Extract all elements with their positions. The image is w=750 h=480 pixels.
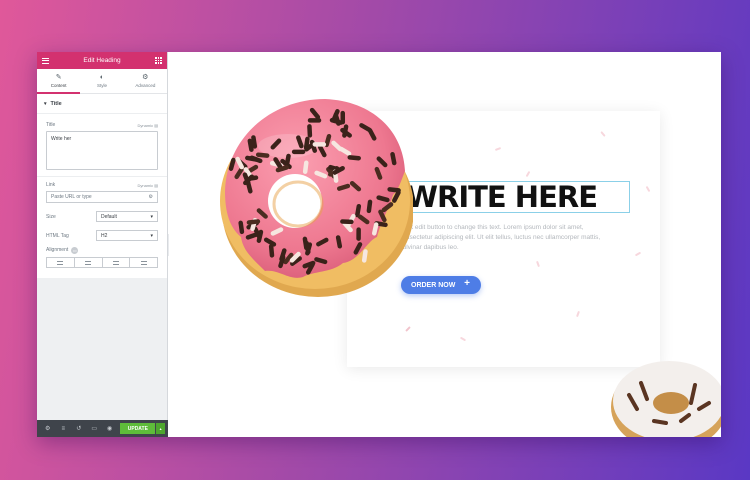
sprinkle [336, 183, 351, 191]
align-right-button[interactable] [103, 258, 131, 267]
align-center-button[interactable] [75, 258, 103, 267]
responsive-icon[interactable]: ▭ [71, 246, 79, 254]
order-now-label: ORDER NOW [411, 281, 456, 289]
hero-heading[interactable]: WRITE HERE [406, 180, 598, 214]
donut-image-small [611, 361, 721, 437]
menu-icon[interactable] [42, 57, 49, 64]
sprinkle [245, 232, 259, 240]
hero-description[interactable]: Click edit button to change this text. L… [399, 223, 614, 253]
half-circle-icon: ◐ [99, 74, 105, 81]
sprinkle [361, 249, 368, 263]
sprinkle [238, 220, 245, 235]
alignment-label: Alignment [46, 247, 69, 253]
link-database-icon[interactable]: ▤ [154, 183, 158, 188]
widgets-grid-icon[interactable] [154, 57, 162, 64]
save-options-button[interactable]: ▴ [156, 423, 165, 434]
sprinkle [376, 195, 390, 203]
sprinkle [314, 170, 328, 179]
alignment-row: Alignment ▭ [37, 244, 167, 256]
donut-image [220, 99, 413, 297]
sprinkle [278, 255, 286, 269]
chevron-down-icon: ▾ [150, 213, 153, 220]
sprinkle [246, 219, 261, 225]
tab-style[interactable]: ◐ Style [80, 69, 123, 93]
sprinkle [256, 229, 264, 243]
panel-footer: ⚙ ≡ ↺ ▭ ◉ UPDATE ▴ [37, 420, 168, 437]
link-options-gear-icon[interactable]: ⚙ [149, 194, 153, 200]
sprinkle [366, 199, 373, 214]
sprinkle [374, 166, 383, 180]
sprinkle [302, 160, 309, 174]
title-field-row: Title Dynamic ▤ [37, 120, 167, 130]
tab-advanced[interactable]: ⚙ Advanced [124, 69, 167, 93]
section-title-label: Title [50, 100, 62, 107]
caret-down-icon: ▾ [44, 100, 47, 107]
order-now-button[interactable]: ORDER NOW + [401, 276, 481, 294]
sprinkle [390, 151, 397, 166]
link-field-row: Link Dynamic ▤ [37, 180, 167, 190]
html-tag-row: HTML Tag H2 ▾ [37, 227, 167, 244]
tab-style-label: Style [96, 83, 107, 88]
gear-icon: ⚙ [142, 74, 149, 81]
sprinkle [296, 135, 304, 149]
link-dynamic-label[interactable]: Dynamic [138, 183, 154, 188]
align-left-button[interactable] [47, 258, 75, 267]
preview-eye-icon[interactable]: ◉ [102, 425, 117, 432]
sprinkle [251, 135, 258, 149]
link-label: Link [46, 182, 56, 188]
tab-advanced-label: Advanced [135, 83, 156, 88]
title-textarea[interactable]: Write her [46, 131, 158, 170]
history-icon[interactable]: ↺ [71, 425, 86, 432]
editor-window: Edit Heading ✎ Content ◐ Style ⚙ Advance… [37, 52, 721, 437]
responsive-mode-icon[interactable]: ▭ [86, 425, 101, 432]
size-label: Size [46, 213, 56, 220]
sprinkle [371, 222, 379, 236]
sprinkle [324, 133, 332, 148]
sprinkle [249, 155, 263, 164]
pencil-icon: ✎ [55, 74, 62, 81]
size-select[interactable]: Default ▾ [96, 211, 158, 222]
page-canvas: WRITE HERE Click edit button to change t… [169, 52, 721, 437]
sprinkle [268, 244, 275, 258]
sprinkle [242, 172, 251, 186]
panel-tabs: ✎ Content ◐ Style ⚙ Advanced [37, 69, 167, 94]
sprinkle [355, 203, 362, 218]
size-row: Size Default ▾ [37, 208, 167, 225]
dynamic-tag-label[interactable]: Dynamic [138, 123, 154, 128]
sprinkle [284, 153, 291, 168]
plus-icon: + [464, 278, 470, 289]
html-tag-label: HTML Tag [46, 232, 69, 239]
sprinkle [314, 257, 328, 265]
navigator-icon[interactable]: ≡ [55, 426, 70, 432]
title-label: Title [46, 122, 56, 128]
link-placeholder: Paste URL or type [51, 194, 92, 200]
alignment-control [46, 257, 158, 268]
settings-icon[interactable]: ⚙ [40, 425, 55, 432]
chevron-down-icon: ▾ [150, 232, 153, 239]
sprinkle [255, 152, 270, 158]
sprinkle [387, 187, 401, 193]
section-title-header[interactable]: ▾ Title [37, 94, 167, 114]
sprinkle [304, 240, 311, 255]
sprinkle [347, 155, 361, 161]
database-icon[interactable]: ▤ [154, 123, 158, 128]
sprinkle [247, 138, 254, 152]
link-input[interactable]: Paste URL or type ⚙ [46, 191, 158, 203]
html-tag-select[interactable]: H2 ▾ [96, 230, 158, 241]
tab-content[interactable]: ✎ Content [37, 69, 81, 94]
sprinkle [275, 165, 289, 173]
html-tag-value: H2 [101, 232, 108, 239]
size-value: Default [101, 213, 117, 220]
sprinkle [228, 157, 236, 171]
panel-title: Edit Heading [83, 57, 121, 64]
panel-body: ▾ Title Title Dynamic ▤ Write her Link D… [37, 94, 167, 278]
align-justify-button[interactable] [130, 258, 157, 267]
update-button[interactable]: UPDATE [120, 423, 156, 434]
sprinkle [335, 235, 343, 249]
panel-header: Edit Heading [37, 52, 167, 69]
editor-panel: Edit Heading ✎ Content ◐ Style ⚙ Advance… [37, 52, 168, 437]
tab-content-label: Content [50, 83, 67, 88]
